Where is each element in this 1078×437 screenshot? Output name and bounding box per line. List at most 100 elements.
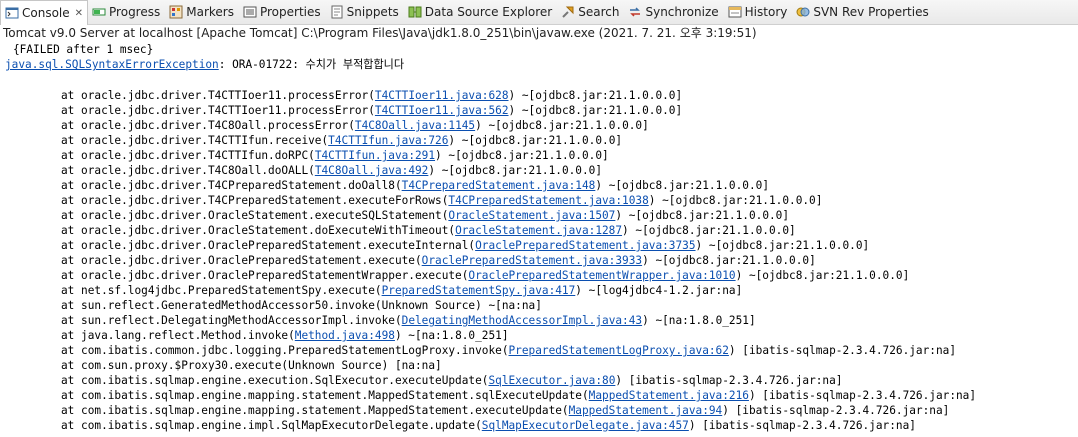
tab-label: Progress <box>109 5 161 19</box>
tab-label: Markers <box>186 5 234 19</box>
stack-trace-line: at com.ibatis.sqlmap.engine.impl.SqlMapE… <box>0 418 1078 433</box>
trace-frame-jar: ) ~[ojdbc8.jar:21.1.0.0.0] <box>648 194 823 207</box>
source-link[interactable]: T4C8Oall.java:1145 <box>355 119 475 132</box>
properties-icon <box>243 5 257 19</box>
trace-frame-text: at oracle.jdbc.driver.T4CPreparedStateme… <box>61 194 449 207</box>
trace-frame-text: at oracle.jdbc.driver.T4CTTIfun.receive( <box>61 134 329 147</box>
tab-markers[interactable]: Markers <box>165 0 239 25</box>
source-link[interactable]: T4CPreparedStatement.java:148 <box>402 179 596 192</box>
trace-frame-text: at com.ibatis.sqlmap.engine.mapping.stat… <box>61 404 569 417</box>
database-icon <box>408 5 422 19</box>
trace-frame-text: at com.ibatis.sqlmap.engine.execution.Sq… <box>61 374 489 387</box>
tab-history[interactable]: History <box>724 0 793 25</box>
tab-label: SVN Rev Properties <box>813 5 929 19</box>
stack-trace-line: at oracle.jdbc.driver.OracleStatement.do… <box>0 223 1078 238</box>
trace-frame-jar: ) ~[ojdbc8.jar:21.1.0.0.0] <box>428 164 603 177</box>
synchronize-icon <box>628 5 642 19</box>
trace-frame-text: at com.ibatis.sqlmap.engine.impl.SqlMapE… <box>61 419 482 432</box>
trace-frame-text: at oracle.jdbc.driver.T4CPreparedStateme… <box>61 179 402 192</box>
source-link[interactable]: PreparedStatementSpy.java:417 <box>382 284 576 297</box>
stack-trace-line: at sun.reflect.GeneratedMethodAccessor50… <box>0 298 1078 313</box>
source-link[interactable]: OraclePreparedStatement.java:3735 <box>475 239 695 252</box>
stack-trace-line: at java.lang.reflect.Method.invoke(Metho… <box>0 328 1078 343</box>
trace-frame-jar: ) ~[ojdbc8.jar:21.1.0.0.0] <box>448 134 623 147</box>
trace-frame-jar: ) ~[ojdbc8.jar:21.1.0.0.0] <box>435 149 609 162</box>
trace-frame-text: at oracle.jdbc.driver.OracleStatement.do… <box>61 224 456 237</box>
trace-frame-jar: ) ~[log4jdbc4-1.2.jar:na] <box>575 284 743 297</box>
stack-trace-line: at com.ibatis.sqlmap.engine.mapping.stat… <box>0 403 1078 418</box>
trace-frame-jar: ) ~[na:1.8.0_251] <box>394 329 509 342</box>
trace-frame-jar: ) ~[ojdbc8.jar:21.1.0.0.0] <box>642 254 816 267</box>
stack-trace-line: at oracle.jdbc.driver.T4CPreparedStateme… <box>0 193 1078 208</box>
trace-frame-text: at oracle.jdbc.driver.T4CTTIoer11.proces… <box>61 89 375 102</box>
stack-trace: at oracle.jdbc.driver.T4CTTIoer11.proces… <box>0 88 1078 433</box>
trace-frame-text: at com.ibatis.common.jdbc.logging.Prepar… <box>61 344 509 357</box>
trace-frame-jar: ) [ibatis-sqlmap-2.3.4.726.jar:na] <box>728 344 957 357</box>
stack-trace-line: at oracle.jdbc.driver.T4CPreparedStateme… <box>0 178 1078 193</box>
source-link[interactable]: T4CTTIfun.java:726 <box>328 134 448 147</box>
console-process-description: Tomcat v9.0 Server at localhost [Apache … <box>0 25 1078 42</box>
trace-frame-text: at net.sf.log4jdbc.PreparedStatementSpy.… <box>61 284 382 297</box>
stack-trace-line: at oracle.jdbc.driver.T4C8Oall.processEr… <box>0 118 1078 133</box>
source-link[interactable]: DelegatingMethodAccessorImpl.java:43 <box>402 314 642 327</box>
source-link[interactable]: Method.java:498 <box>295 329 395 342</box>
source-link[interactable]: T4CTTIoer11.java:562 <box>375 104 509 117</box>
tab-properties[interactable]: Properties <box>239 0 326 25</box>
trace-frame-jar: ) ~[ojdbc8.jar:21.1.0.0.0] <box>735 269 910 282</box>
tab-progress[interactable]: Progress <box>88 0 165 25</box>
source-link[interactable]: OracleStatement.java:1507 <box>448 209 615 222</box>
console-output[interactable]: {FAILED after 1 msec} java.sql.SQLSyntax… <box>0 42 1078 437</box>
tab-snippets[interactable]: Snippets <box>326 0 404 25</box>
tab-label: Data Source Explorer <box>424 5 553 19</box>
tab-label: Snippets <box>346 5 399 19</box>
source-link[interactable]: OraclePreparedStatementWrapper.java:1010 <box>468 269 735 282</box>
source-link[interactable]: T4CPreparedStatement.java:1038 <box>448 194 648 207</box>
trace-frame-jar: ) ~[ojdbc8.jar:21.1.0.0.0] <box>622 224 796 237</box>
tab-console[interactable]: Console ✕ <box>0 0 89 26</box>
trace-frame-jar: ) [ibatis-sqlmap-2.3.4.726.jar:na] <box>722 404 950 417</box>
trace-frame-text: at oracle.jdbc.driver.T4CTTIoer11.proces… <box>61 104 375 117</box>
close-icon[interactable]: ✕ <box>75 8 83 19</box>
tab-search[interactable]: Search <box>557 0 624 25</box>
source-link[interactable]: T4CTTIoer11.java:628 <box>375 89 509 102</box>
console-icon <box>5 6 19 20</box>
trace-frame-jar: ) ~[ojdbc8.jar:21.1.0.0.0] <box>508 104 683 117</box>
stack-trace-line: at sun.reflect.DelegatingMethodAccessorI… <box>0 313 1078 328</box>
tab-label: Search <box>578 5 620 19</box>
trace-frame-text: at oracle.jdbc.driver.OracleStatement.ex… <box>61 209 449 222</box>
tab-label: Console <box>22 6 70 20</box>
trace-frame-text: at oracle.jdbc.driver.OraclePreparedStat… <box>61 269 469 282</box>
stack-trace-line: at oracle.jdbc.driver.OraclePreparedStat… <box>0 238 1078 253</box>
trace-frame-jar: ) ~[ojdbc8.jar:21.1.0.0.0] <box>695 239 870 252</box>
trace-frame-text: at oracle.jdbc.driver.OraclePreparedStat… <box>61 239 476 252</box>
trace-frame-jar: ) ~[ojdbc8.jar:21.1.0.0.0] <box>595 179 769 192</box>
source-link[interactable]: T4CTTIfun.java:291 <box>315 149 435 162</box>
trace-frame-text: at oracle.jdbc.driver.T4CTTIfun.doRPC( <box>61 149 315 162</box>
trace-frame-text: at java.lang.reflect.Method.invoke( <box>61 329 295 342</box>
stack-trace-line: at com.ibatis.sqlmap.engine.mapping.stat… <box>0 388 1078 403</box>
trace-frame-text: at com.ibatis.sqlmap.engine.mapping.stat… <box>61 389 589 402</box>
source-link[interactable]: SqlExecutor.java:80 <box>488 374 615 387</box>
source-link[interactable]: OracleStatement.java:1287 <box>455 224 622 237</box>
trace-frame-jar: ) ~[ojdbc8.jar:21.1.0.0.0] <box>475 119 649 132</box>
trace-frame-jar: ) ~[ojdbc8.jar:21.1.0.0.0] <box>508 89 683 102</box>
trace-frame-jar: ) ~[ojdbc8.jar:21.1.0.0.0] <box>615 209 790 222</box>
tab-svn-rev-properties[interactable]: SVN Rev Properties <box>792 0 933 25</box>
source-link[interactable]: T4C8Oall.java:492 <box>315 164 429 177</box>
trace-frame-jar: ) [ibatis-sqlmap-2.3.4.726.jar:na] <box>748 389 977 402</box>
source-link[interactable]: MappedStatement.java:94 <box>569 404 723 417</box>
source-link[interactable]: OraclePreparedStatement.java:3933 <box>422 254 642 267</box>
stack-trace-line: at net.sf.log4jdbc.PreparedStatementSpy.… <box>0 283 1078 298</box>
svn-icon <box>796 5 810 19</box>
tab-synchronize[interactable]: Synchronize <box>624 0 723 25</box>
source-link[interactable]: SqlMapExecutorDelegate.java:457 <box>482 419 689 432</box>
source-link[interactable]: PreparedStatementLogProxy.java:62 <box>509 344 729 357</box>
search-icon <box>561 5 575 19</box>
stack-trace-line: at oracle.jdbc.driver.OracleStatement.ex… <box>0 208 1078 223</box>
trace-frame-text: at sun.reflect.GeneratedMethodAccessor50… <box>61 299 542 312</box>
source-link[interactable]: MappedStatement.java:216 <box>589 389 749 402</box>
exception-link[interactable]: java.sql.SQLSyntaxErrorException <box>5 58 219 71</box>
progress-icon <box>92 5 106 19</box>
tab-data-source-explorer[interactable]: Data Source Explorer <box>404 0 557 25</box>
